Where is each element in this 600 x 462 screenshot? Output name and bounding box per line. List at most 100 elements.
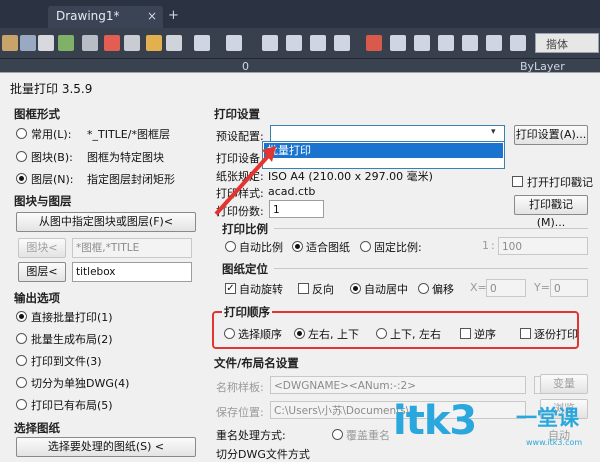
paper-value: ISO A4 (210.00 x 297.00 毫米) bbox=[268, 170, 433, 183]
block-names-input[interactable]: *图框,*TITLE bbox=[72, 238, 192, 258]
sheet-position-group: 图纸定位 bbox=[222, 262, 268, 276]
scale-divider bbox=[274, 228, 588, 229]
paste-icon[interactable] bbox=[146, 35, 162, 51]
output-layouts-radio[interactable] bbox=[16, 333, 27, 344]
output-split-radio[interactable] bbox=[16, 377, 27, 388]
scale-fixed-radio[interactable] bbox=[360, 241, 371, 252]
order-lr-tb-label: 左右, 上下 bbox=[308, 328, 359, 341]
ratio-left: 1 bbox=[482, 239, 489, 252]
scale-auto-radio[interactable] bbox=[225, 241, 236, 252]
auto-center-radio[interactable] bbox=[350, 283, 361, 294]
pan-icon[interactable] bbox=[262, 35, 278, 51]
frame-block-label: 图块(B): bbox=[31, 151, 73, 164]
rename-mode-label: 重名处理方式: bbox=[216, 429, 286, 442]
ratio-sep: : bbox=[491, 239, 495, 252]
frame-layer-label: 图层(N): bbox=[31, 173, 74, 186]
output-layouts-label: 批量生成布局(2) bbox=[31, 333, 113, 346]
order-tb-lr-label: 上下, 左右 bbox=[390, 328, 441, 341]
print-order-group: 打印顺序 bbox=[222, 304, 272, 320]
redo-icon[interactable] bbox=[226, 35, 242, 51]
auto-rotate-checkbox[interactable]: ✓ bbox=[225, 283, 236, 294]
order-tb-lr-radio[interactable] bbox=[376, 328, 387, 339]
frame-block-radio[interactable] bbox=[16, 151, 27, 162]
table-icon[interactable] bbox=[462, 35, 478, 51]
tool-icon[interactable] bbox=[366, 35, 382, 51]
frame-style-group: 图框形式 bbox=[14, 107, 60, 121]
y-offset-input[interactable]: 0 bbox=[550, 279, 588, 297]
print-setup-button[interactable]: 打印设置(A)... bbox=[514, 125, 588, 145]
output-direct-radio[interactable] bbox=[16, 311, 27, 322]
layer-pick-button[interactable]: 图层< bbox=[18, 262, 66, 282]
order-selection-radio[interactable] bbox=[224, 328, 235, 339]
scale-fit-radio[interactable] bbox=[292, 241, 303, 252]
undo-icon[interactable] bbox=[194, 35, 210, 51]
add-tab-icon[interactable]: + bbox=[168, 8, 182, 23]
reverse-order-label: 逆序 bbox=[474, 328, 496, 341]
match-icon[interactable] bbox=[166, 35, 182, 51]
print-icon[interactable] bbox=[38, 35, 54, 51]
offset-label: 偏移 bbox=[432, 283, 454, 296]
select-sheets-group: 选择图纸 bbox=[14, 421, 60, 435]
zoom-icon[interactable] bbox=[286, 35, 302, 51]
layout-icon[interactable] bbox=[390, 35, 406, 51]
block-layer-group: 图块与图层 bbox=[14, 194, 72, 208]
collate-checkbox[interactable] bbox=[520, 328, 531, 339]
dialog-title: 批量打印 3.5.9 bbox=[10, 82, 93, 96]
open-icon[interactable] bbox=[20, 35, 36, 51]
split-mode-label: 切分DWG文件方式 bbox=[216, 448, 310, 461]
drawing-tab[interactable]: Drawing1* × bbox=[48, 6, 163, 28]
chevron-down-icon[interactable]: ▾ bbox=[491, 127, 496, 137]
frame-common-label: 常用(L): bbox=[31, 128, 72, 141]
delete-icon[interactable] bbox=[104, 35, 120, 51]
layer-name-input[interactable]: titlebox bbox=[72, 262, 192, 282]
annotation-arrow bbox=[214, 146, 276, 216]
layer-icon[interactable] bbox=[414, 35, 430, 51]
block-pick-button[interactable]: 图块< bbox=[18, 238, 66, 258]
select-sheets-button[interactable]: 选择要处理的图纸(S) < bbox=[16, 437, 196, 457]
output-options-group: 输出选项 bbox=[14, 291, 60, 305]
text-style-icon[interactable] bbox=[510, 35, 526, 51]
scale-auto-label: 自动比例 bbox=[239, 241, 283, 254]
frame-layer-radio[interactable] bbox=[16, 173, 27, 184]
order-lr-tb-radio[interactable] bbox=[294, 328, 305, 339]
overwrite-radio[interactable] bbox=[332, 429, 343, 440]
position-divider bbox=[274, 268, 588, 269]
overwrite-label: 覆盖重名 bbox=[346, 429, 390, 442]
reverse-rotate-checkbox[interactable] bbox=[298, 283, 309, 294]
print-settings-group: 打印设置 bbox=[214, 107, 260, 121]
copy-icon[interactable] bbox=[124, 35, 140, 51]
scale-fixed-label: 固定比例: bbox=[374, 241, 422, 254]
properties-icon[interactable] bbox=[82, 35, 98, 51]
close-icon[interactable]: × bbox=[147, 9, 157, 23]
zoom-window-icon[interactable] bbox=[310, 35, 326, 51]
frame-common-value: *_TITLE/*图框层 bbox=[87, 128, 170, 141]
print-scale-group: 打印比例 bbox=[222, 222, 268, 236]
font-select[interactable]: 揩体 bbox=[535, 33, 599, 53]
preset-option-batch[interactable]: 批量打印 bbox=[264, 143, 503, 158]
plot-icon[interactable] bbox=[58, 35, 74, 51]
frame-layer-value: 指定图层封闭矩形 bbox=[87, 173, 175, 186]
stamp-checkbox[interactable] bbox=[512, 176, 523, 187]
stamp-check-label: 打开打印戳记 bbox=[527, 176, 593, 189]
stamp-settings-button[interactable]: 打印戳记(M)... bbox=[514, 195, 588, 229]
variable-button[interactable]: 变量 bbox=[540, 374, 588, 394]
ratio-input[interactable]: 100 bbox=[498, 237, 588, 255]
output-file-radio[interactable] bbox=[16, 355, 27, 366]
drawing-tab-label: Drawing1* bbox=[56, 9, 120, 23]
collate-label: 逐份打印 bbox=[534, 328, 578, 341]
save-location-label: 保存位置: bbox=[216, 406, 264, 419]
output-split-label: 切分为单独DWG(4) bbox=[31, 377, 130, 390]
reverse-order-checkbox[interactable] bbox=[460, 328, 471, 339]
output-existing-label: 打印已有布局(5) bbox=[31, 399, 113, 412]
x-offset-input[interactable]: 0 bbox=[486, 279, 526, 297]
x-label: X= bbox=[470, 281, 487, 294]
zoom-prev-icon[interactable] bbox=[334, 35, 350, 51]
pick-from-drawing-button[interactable]: 从图中指定图块或图层(F)< bbox=[16, 212, 196, 232]
help-icon[interactable] bbox=[486, 35, 502, 51]
frame-common-radio[interactable] bbox=[16, 128, 27, 139]
name-template-input[interactable]: <DWGNAME><ANum:-:2> bbox=[270, 376, 526, 394]
output-existing-radio[interactable] bbox=[16, 399, 27, 410]
calc-icon[interactable] bbox=[438, 35, 454, 51]
offset-radio[interactable] bbox=[418, 283, 429, 294]
new-file-icon[interactable] bbox=[2, 35, 18, 51]
